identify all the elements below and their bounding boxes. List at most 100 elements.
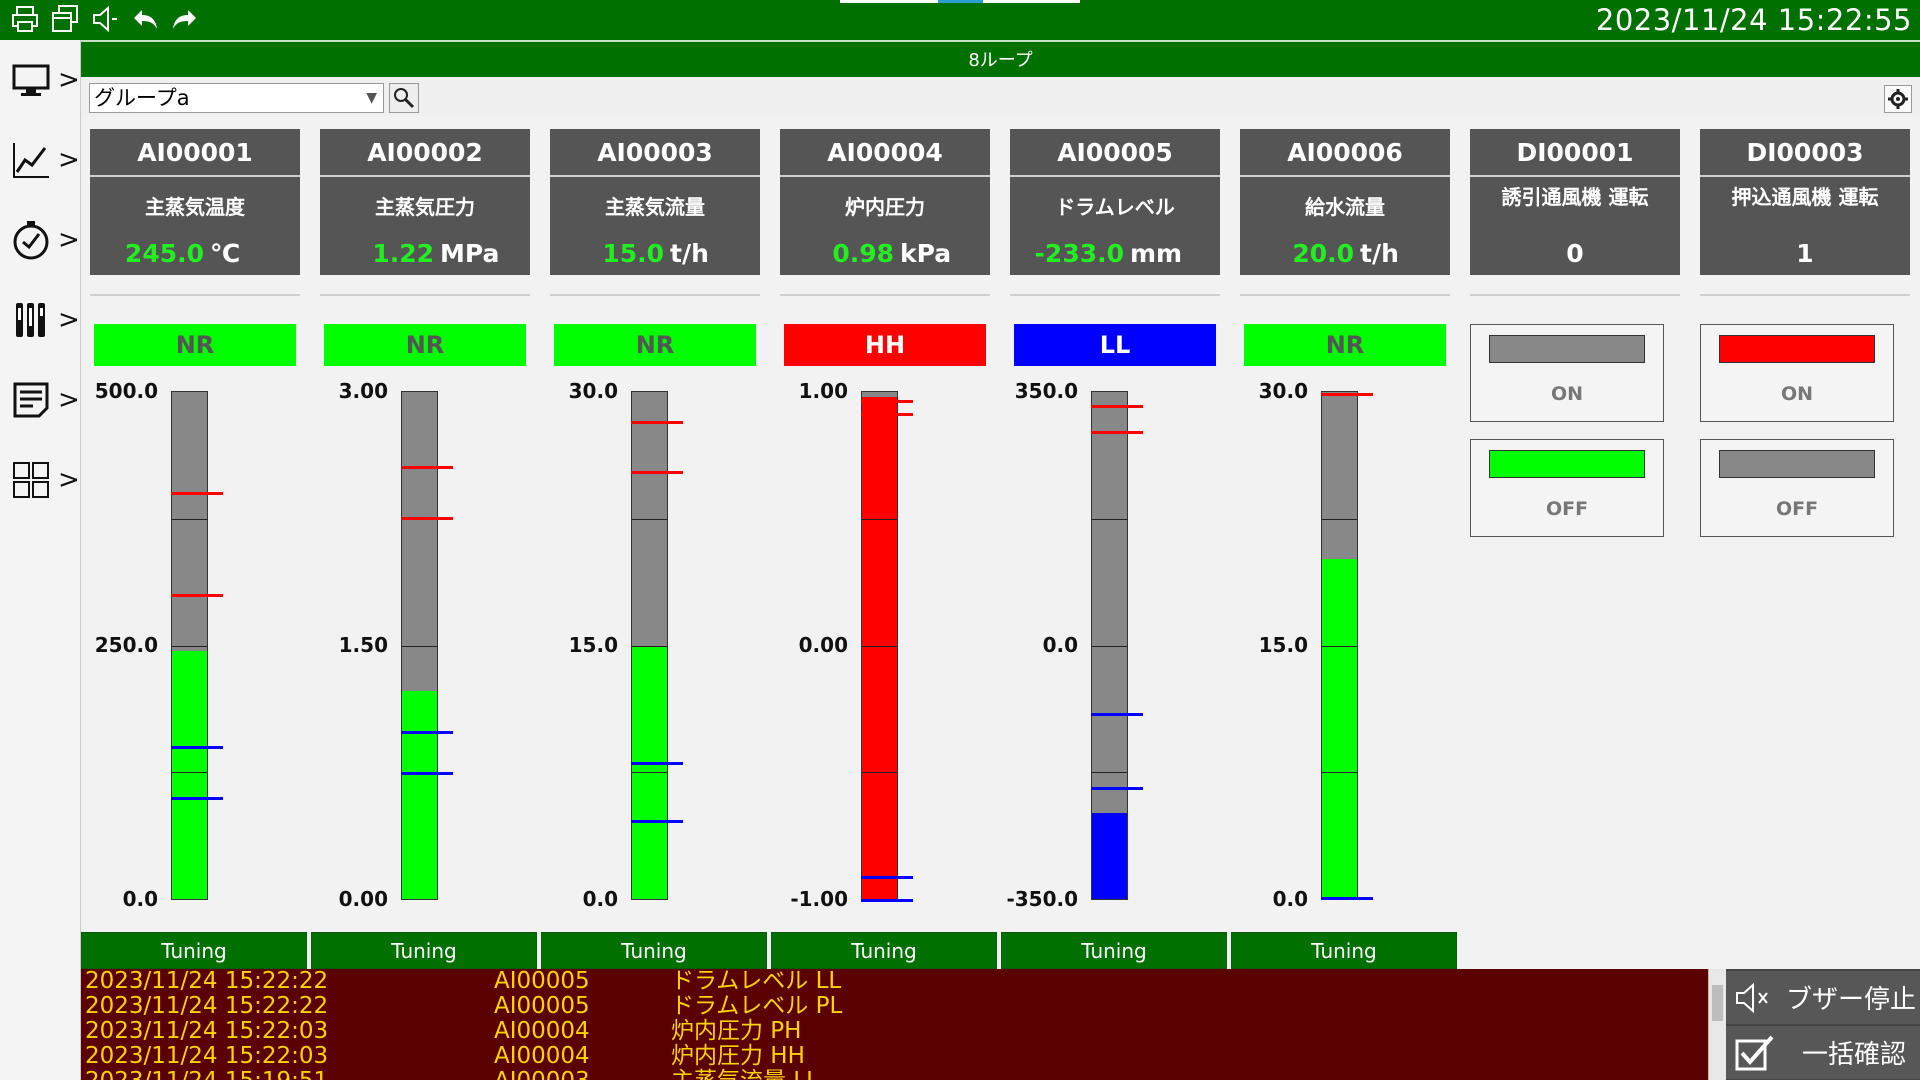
tuning-button[interactable]: Tuning (541, 932, 767, 969)
grid-line (1322, 772, 1357, 774)
alarm-status-badge: NR (94, 324, 296, 366)
alarm-status-badge: NR (324, 324, 526, 366)
window-print-icon[interactable] (48, 4, 82, 36)
high-limit-mark (401, 466, 453, 470)
loop-faceplate[interactable]: AI00003 主蒸気流量 15.0 t/h (550, 129, 760, 275)
redo-icon[interactable] (168, 4, 202, 36)
loop-faceplate[interactable]: AI00004 炉内圧力 0.98 kPa (780, 129, 990, 275)
alarm-tag: AI00004 (494, 1018, 590, 1044)
tuning-button[interactable]: Tuning (1231, 932, 1457, 969)
tuning-button[interactable]: Tuning (1001, 932, 1227, 969)
sidebar-item-report[interactable]: > (0, 370, 81, 430)
tuning-button[interactable]: Tuning (771, 932, 997, 969)
alarm-log-scrollbar[interactable] (1708, 969, 1726, 1080)
low-limit-mark (171, 797, 223, 801)
grid-line (172, 772, 207, 774)
sidebar-item-grid[interactable]: > (0, 450, 81, 510)
loop-name: ドラムレベル (1055, 195, 1175, 219)
tuning-button[interactable]: Tuning (311, 932, 537, 969)
off-indicator[interactable]: OFF (1700, 439, 1894, 537)
bargraph (1091, 391, 1128, 900)
grid-line (172, 645, 207, 647)
scrollbar-thumb[interactable] (1712, 985, 1723, 1021)
loop-tag: AI00006 (1240, 129, 1450, 177)
loop-tag: AI00002 (320, 129, 530, 177)
alarm-row[interactable]: 2023/11/24 15:22:22 AI00005 ドラムレベル LL (81, 969, 1708, 994)
settings-button[interactable] (1884, 85, 1912, 113)
buzzer-mute-icon (1736, 982, 1768, 1013)
sidebar-item-monitor[interactable]: > (0, 50, 81, 110)
low-limit-mark (631, 761, 683, 765)
alarm-tag: AI00003 (494, 1069, 590, 1080)
speaker-icon[interactable] (88, 4, 122, 36)
top-toolbar: 2023/11/24 15:22:55 (0, 0, 1920, 40)
alarm-time: 2023/11/24 15:22:22 (85, 993, 329, 1019)
off-label: OFF (1775, 498, 1819, 520)
high-limit-mark (861, 400, 913, 404)
undo-icon[interactable] (128, 4, 162, 36)
separator (90, 294, 300, 296)
loop-faceplate[interactable]: AI00006 給水流量 20.0 t/h (1240, 129, 1450, 275)
bargraph (861, 391, 898, 900)
scale-max: 3.00 (338, 379, 388, 403)
loop-faceplate[interactable]: AI00001 主蒸気温度 245.0 ℃ (90, 129, 300, 275)
clock-icon (8, 217, 54, 263)
chevron-right-icon: > (58, 385, 80, 415)
scale-max: 1.00 (798, 379, 848, 403)
search-button[interactable] (389, 83, 419, 113)
grid-line (632, 645, 667, 647)
datetime-display: 2023/11/24 15:22:55 (1595, 3, 1912, 37)
alarm-row[interactable]: 2023/11/24 15:19:51 AI00003 主蒸気流量 LL (81, 1069, 1708, 1080)
off-indicator[interactable]: OFF (1470, 439, 1664, 537)
buzzer-stop-button[interactable]: ブザー停止 (1726, 971, 1920, 1024)
off-lamp (1719, 450, 1875, 478)
high-limit-mark (861, 412, 913, 416)
alarm-status-badge: NR (554, 324, 756, 366)
loop-value: 1.22 (372, 239, 434, 268)
sidebar-item-bargraph[interactable]: > (0, 290, 81, 350)
loop-unit: ℃ (210, 239, 241, 268)
tuning-button[interactable]: Tuning (81, 932, 307, 969)
trend-chart-icon (8, 137, 54, 183)
on-label: ON (1780, 383, 1814, 405)
gear-icon (1888, 89, 1908, 109)
alarm-message: 主蒸気流量 LL (671, 1069, 819, 1080)
scale-mid: 15.0 (568, 633, 618, 657)
alarm-message: ドラムレベル PL (671, 993, 843, 1019)
alarm-row[interactable]: 2023/11/24 15:22:03 AI00004 炉内圧力 PH (81, 1019, 1708, 1044)
grid-line (862, 645, 897, 647)
off-lamp (1489, 450, 1645, 478)
loop-faceplate[interactable]: AI00002 主蒸気圧力 1.22 MPa (320, 129, 530, 275)
loop-faceplate[interactable]: AI00005 ドラムレベル -233.0 mm (1010, 129, 1220, 275)
separator (550, 294, 760, 296)
on-indicator[interactable]: ON (1470, 324, 1664, 422)
ack-all-button[interactable]: 一括確認 (1726, 1026, 1920, 1079)
scale-mid: 0.0 (1042, 633, 1078, 657)
scale-min: -1.00 (790, 887, 848, 911)
alarm-message: ドラムレベル LL (671, 969, 842, 994)
group-select[interactable]: グループa ▼ (89, 83, 384, 113)
loop-unit: mm (1130, 239, 1183, 268)
scale-max: 350.0 (1014, 379, 1078, 403)
bargraph (631, 391, 668, 900)
digital-faceplate[interactable]: DI00003 押込通風機 運転 1 (1700, 129, 1910, 275)
grid-line (1322, 645, 1357, 647)
alarm-status-badge: NR (1244, 324, 1446, 366)
printer-icon[interactable] (8, 4, 42, 36)
alarm-time: 2023/11/24 15:22:22 (85, 969, 329, 994)
low-limit-mark (1321, 897, 1373, 901)
loop-value: 0.98 (832, 239, 894, 268)
sidebar-item-clock[interactable]: > (0, 210, 81, 270)
scale-min: 0.00 (338, 887, 388, 911)
alarm-row[interactable]: 2023/11/24 15:22:03 AI00004 炉内圧力 HH (81, 1044, 1708, 1069)
alarm-log[interactable]: 2023/11/24 15:22:22 AI00005 ドラムレベル LL 20… (81, 969, 1708, 1080)
chevron-right-icon: > (58, 225, 80, 255)
alarm-status-badge: LL (1014, 324, 1216, 366)
alarm-row[interactable]: 2023/11/24 15:22:22 AI00005 ドラムレベル PL (81, 994, 1708, 1019)
on-indicator[interactable]: ON (1700, 324, 1894, 422)
sidebar-item-trend[interactable]: > (0, 130, 81, 190)
alarm-tag: AI00005 (494, 993, 590, 1019)
digital-faceplate[interactable]: DI00001 誘引通風機 運転 0 (1470, 129, 1680, 275)
group-select-value: グループa (94, 86, 190, 110)
bargraph-fill (1322, 559, 1357, 899)
